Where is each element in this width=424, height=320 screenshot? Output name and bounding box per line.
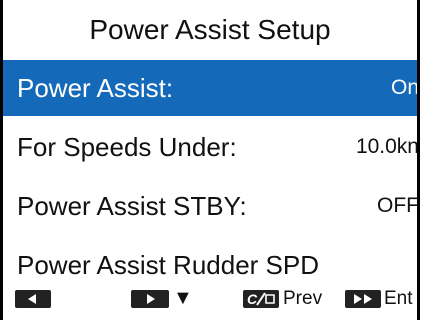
menu-item-value: OFF <box>377 194 419 217</box>
softkey-enter-icon[interactable] <box>345 290 381 308</box>
menu-item-label: Power Assist: <box>17 73 174 103</box>
menu-item-power-assist[interactable]: Power Assist: On <box>3 60 417 116</box>
down-arrow-icon: ▼ <box>173 287 193 309</box>
softkey-right-arrow-icon[interactable] <box>131 290 169 308</box>
softkey-cancel-back-icon[interactable]: C <box>243 290 279 308</box>
menu-item-value: On <box>390 76 419 99</box>
right-arrow-icon <box>147 294 155 304</box>
menu-item-speeds-under[interactable]: For Speeds Under: 10.0kn <box>3 119 417 175</box>
power-assist-setup-screen: Power Assist Setup Power Assist: On For … <box>0 0 420 320</box>
prev-label: Prev <box>283 288 323 309</box>
menu-item-power-assist-stby[interactable]: Power Assist STBY: OFF <box>3 178 417 234</box>
menu-item-value: 10.0kn <box>355 135 419 158</box>
softkey-bar: ▼ C Prev Ent <box>3 286 417 320</box>
cancel-back-icon: C <box>247 291 275 307</box>
ent-label: Ent <box>384 288 413 309</box>
svg-text:C: C <box>247 291 258 307</box>
menu-item-label: Power Assist STBY: <box>17 191 247 221</box>
left-arrow-icon <box>28 294 36 304</box>
menu-item-rudder-spd[interactable]: Power Assist Rudder SPD <box>3 237 417 293</box>
double-right-arrow-icon <box>354 294 372 304</box>
page-title: Power Assist Setup <box>89 14 331 45</box>
menu-item-label: For Speeds Under: <box>17 132 237 162</box>
menu-item-label: Power Assist Rudder SPD <box>17 250 320 280</box>
softkey-left-arrow-icon[interactable] <box>15 290 51 308</box>
